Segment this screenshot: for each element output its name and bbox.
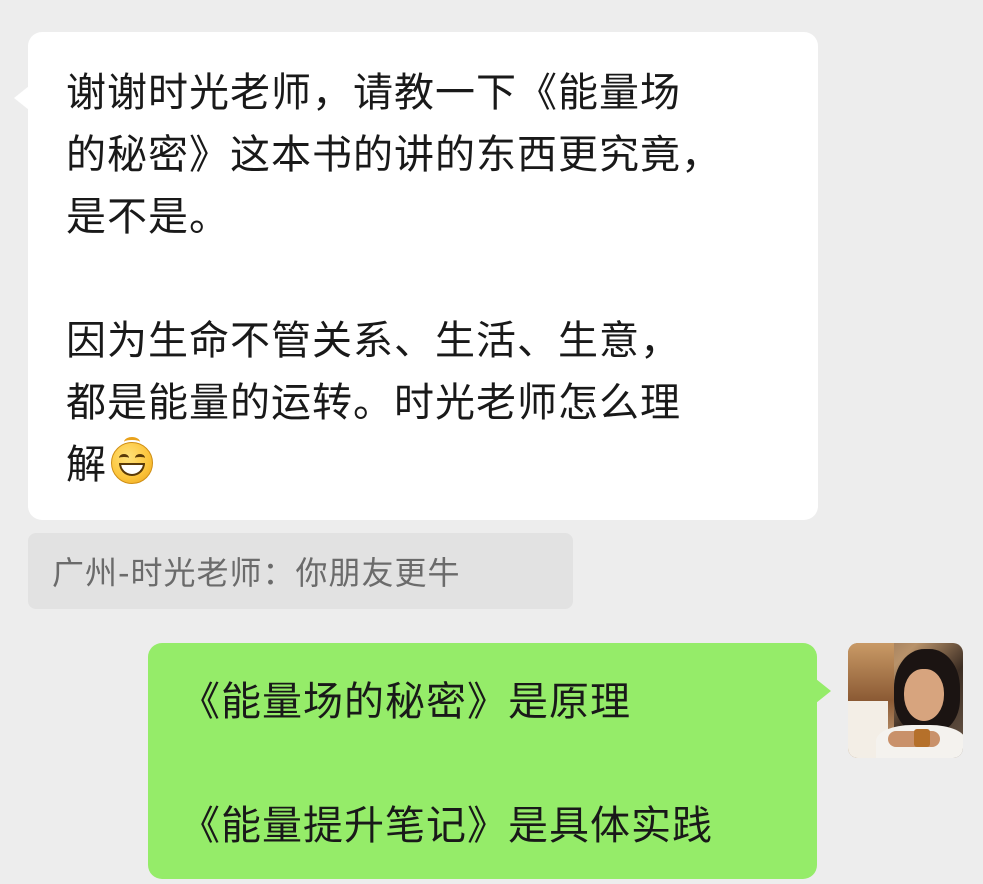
message-line: 都是能量的运转。时光老师怎么理 — [66, 380, 681, 426]
message-line: 《能量场的秘密》是原理 — [180, 679, 631, 725]
avatar-face — [904, 669, 944, 721]
quoted-reply-text: 广州-时光老师：你朋友更牛 — [52, 554, 461, 592]
grinning-face-emoji-icon — [111, 437, 155, 484]
message-line: 因为生命不管关系、生活、生意， — [66, 318, 681, 364]
quoted-reply[interactable]: 广州-时光老师：你朋友更牛 — [28, 533, 573, 609]
message-line: 解 — [66, 442, 107, 488]
message-last-line: 解 — [66, 434, 788, 496]
message-line: 的秘密》这本书的讲的东西更究竟， — [66, 132, 722, 178]
outgoing-message-bubble[interactable]: 《能量场的秘密》是原理 《能量提升笔记》是具体实践 — [148, 643, 831, 879]
incoming-message-bubble[interactable]: 谢谢时光老师，请教一下《能量场 的秘密》这本书的讲的东西更究竟， 是不是。 因为… — [14, 32, 818, 520]
message-line: 《能量提升笔记》是具体实践 — [180, 803, 713, 849]
message-line: 谢谢时光老师，请教一下《能量场 — [66, 70, 681, 116]
avatar-bracelet — [914, 729, 930, 747]
message-line: 是不是。 — [66, 194, 230, 240]
sender-avatar[interactable] — [848, 643, 963, 758]
